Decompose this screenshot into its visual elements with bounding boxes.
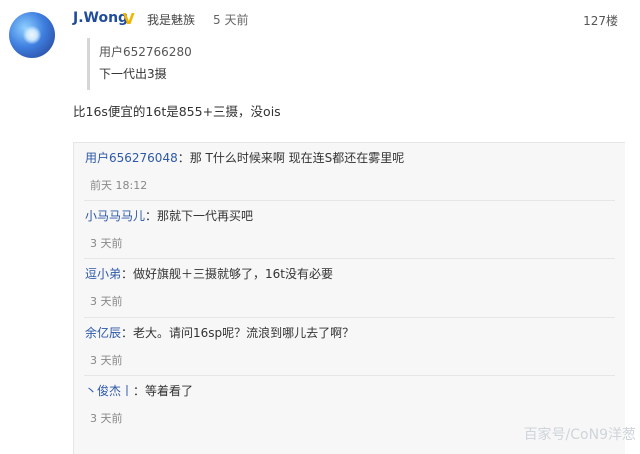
reply-time: 3 天前: [90, 354, 123, 367]
avatar-logo-icon: [23, 26, 41, 44]
reply-text: ：那 T什么时候来啊 现在连S都还在雾里呢: [177, 151, 405, 165]
quoted-username[interactable]: 用户652766280: [99, 43, 192, 60]
post-text: 比16s便宜的16t是855+三摄，没ois: [73, 104, 281, 119]
user-tag: 我是魅族: [147, 13, 196, 27]
reply-text: ：做好旗舰＋三摄就够了，16t没有必要: [121, 267, 333, 281]
floor-number: 127楼: [583, 14, 618, 28]
reply-username[interactable]: 逗小弟: [85, 267, 121, 281]
reply-content: 余亿辰：老大。请问16sp呢？流浪到哪儿去了啊？: [85, 324, 354, 341]
reply-list: 用户656276048：那 T什么时候来啊 现在连S都还在雾里呢 前天 18:1…: [73, 142, 625, 454]
reply-text: ：那就下一代再买吧: [145, 209, 254, 223]
reply-content: 逗小弟：做好旗舰＋三摄就够了，16t没有必要: [85, 265, 333, 282]
verified-v-icon: V: [123, 10, 135, 28]
reply-item: 小马马马儿：那就下一代再买吧 3 天前: [74, 201, 625, 258]
reply-time: 3 天前: [90, 295, 123, 308]
reply-username[interactable]: 用户656276048: [85, 151, 178, 165]
reply-item: 余亿辰：老大。请问16sp呢？流浪到哪儿去了啊？ 3 天前: [74, 318, 625, 375]
avatar[interactable]: [9, 12, 55, 58]
reply-item: 用户656276048：那 T什么时候来啊 现在连S都还在雾里呢 前天 18:1…: [74, 143, 625, 200]
reply-content: 用户656276048：那 T什么时候来啊 现在连S都还在雾里呢: [85, 149, 404, 166]
reply-item: 逗小弟：做好旗舰＋三摄就够了，16t没有必要 3 天前: [74, 259, 625, 316]
reply-text: ：等着看了: [133, 384, 194, 398]
reply-time: 前天 18:12: [90, 179, 148, 192]
reply-content: 小马马马儿：那就下一代再买吧: [85, 207, 253, 224]
reply-username[interactable]: 小马马马儿: [85, 209, 145, 223]
reply-username[interactable]: 丶俊杰丨: [85, 384, 133, 398]
watermark: 百家号/CoN9洋葱: [523, 427, 636, 443]
reply-content: 丶俊杰丨：等着看了: [85, 382, 193, 399]
quoted-comment: 用户652766280 下一代出3摄: [87, 38, 390, 90]
reply-username[interactable]: 余亿辰: [85, 326, 121, 340]
reply-text: ：老大。请问16sp呢？流浪到哪儿去了啊？: [121, 326, 355, 340]
reply-time: 3 天前: [90, 412, 123, 425]
post-time: 5 天前: [213, 13, 249, 27]
quoted-text: 下一代出3摄: [99, 67, 167, 81]
reply-time: 3 天前: [90, 237, 123, 250]
post-username[interactable]: J.Wong: [73, 10, 128, 26]
